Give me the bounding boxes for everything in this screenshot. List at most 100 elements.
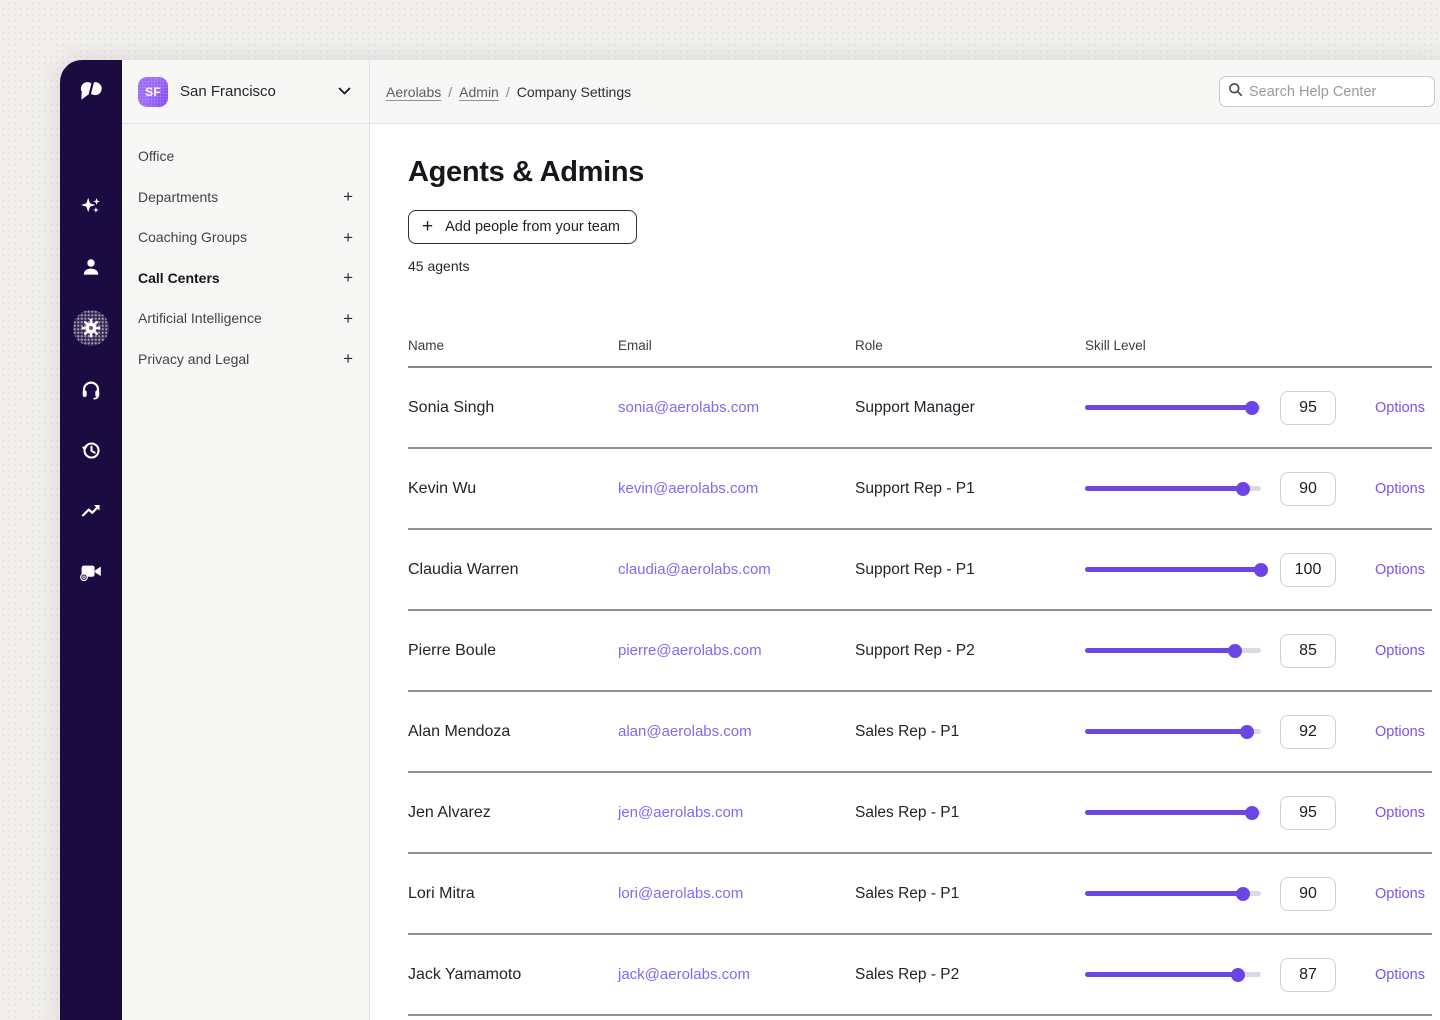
history-clock-icon[interactable] bbox=[73, 432, 109, 468]
skill-slider[interactable] bbox=[1085, 887, 1261, 901]
skill-slider[interactable] bbox=[1085, 401, 1261, 415]
agent-email-cell: alan@aerolabs.com bbox=[618, 723, 855, 741]
agent-name: Alan Mendoza bbox=[408, 723, 618, 741]
sidebar-item-privacy-and-legal[interactable]: Privacy and Legal+ bbox=[122, 339, 369, 380]
agent-email-link[interactable]: jack@aerolabs.com bbox=[618, 966, 750, 983]
skill-slider-thumb[interactable] bbox=[1254, 563, 1268, 577]
skill-slider-thumb[interactable] bbox=[1228, 644, 1242, 658]
plus-icon[interactable]: + bbox=[343, 269, 353, 286]
agent-email-link[interactable]: sonia@aerolabs.com bbox=[618, 399, 759, 416]
table-header-row: Name Email Role Skill Level bbox=[408, 324, 1432, 368]
agent-email-cell: jack@aerolabs.com bbox=[618, 966, 855, 984]
column-header-email: Email bbox=[618, 338, 855, 353]
breadcrumb-link-admin[interactable]: Admin bbox=[459, 84, 499, 100]
options-link[interactable]: Options bbox=[1375, 643, 1425, 659]
settings-gear-icon[interactable] bbox=[73, 310, 109, 346]
sidebar-item-label: Privacy and Legal bbox=[138, 351, 343, 367]
agent-email-cell: kevin@aerolabs.com bbox=[618, 480, 855, 498]
skill-slider-thumb[interactable] bbox=[1231, 968, 1245, 982]
video-settings-icon[interactable] bbox=[73, 554, 109, 590]
sidebar-item-office[interactable]: Office bbox=[122, 136, 369, 177]
options-link[interactable]: Options bbox=[1375, 562, 1425, 578]
agent-skill-cell: Options bbox=[1085, 634, 1432, 668]
agent-role: Support Manager bbox=[855, 399, 1085, 417]
ai-sparkles-icon[interactable] bbox=[73, 188, 109, 224]
dialpad-logo[interactable] bbox=[78, 79, 105, 104]
skill-slider-thumb[interactable] bbox=[1236, 887, 1250, 901]
agent-skill-cell: Options bbox=[1085, 553, 1432, 587]
agent-email-link[interactable]: alan@aerolabs.com bbox=[618, 723, 752, 740]
sidebar-item-artificial-intelligence[interactable]: Artificial Intelligence+ bbox=[122, 298, 369, 339]
skill-value-input[interactable] bbox=[1280, 877, 1336, 911]
table-row: Kevin Wukevin@aerolabs.comSupport Rep - … bbox=[408, 449, 1432, 530]
agent-email-link[interactable]: claudia@aerolabs.com bbox=[618, 561, 771, 578]
plus-icon[interactable]: + bbox=[343, 229, 353, 246]
agent-name: Jen Alvarez bbox=[408, 804, 618, 822]
skill-slider-thumb[interactable] bbox=[1245, 806, 1259, 820]
plus-icon[interactable]: + bbox=[343, 310, 353, 327]
options-link[interactable]: Options bbox=[1375, 481, 1425, 497]
plus-icon[interactable]: + bbox=[343, 350, 353, 367]
page-title: Agents & Admins bbox=[408, 154, 1432, 190]
workspace-switcher[interactable]: SF San Francisco bbox=[122, 60, 369, 124]
agent-email-link[interactable]: pierre@aerolabs.com bbox=[618, 642, 762, 659]
agent-name: Lori Mitra bbox=[408, 885, 618, 903]
skill-slider-thumb[interactable] bbox=[1240, 725, 1254, 739]
skill-slider[interactable] bbox=[1085, 563, 1261, 577]
analytics-trending-icon[interactable] bbox=[73, 493, 109, 529]
agent-skill-cell: Options bbox=[1085, 958, 1432, 992]
skill-value-input[interactable] bbox=[1280, 553, 1336, 587]
options-link[interactable]: Options bbox=[1375, 724, 1425, 740]
contacts-person-icon[interactable] bbox=[73, 249, 109, 285]
skill-slider[interactable] bbox=[1085, 806, 1261, 820]
sidebar-item-label: Artificial Intelligence bbox=[138, 310, 343, 326]
agent-role: Support Rep - P1 bbox=[855, 561, 1085, 579]
add-people-button[interactable]: + Add people from your team bbox=[408, 210, 637, 244]
help-search-box[interactable] bbox=[1219, 76, 1435, 107]
sidebar-item-call-centers[interactable]: Call Centers+ bbox=[122, 258, 369, 299]
skill-value-input[interactable] bbox=[1280, 796, 1336, 830]
breadcrumb-separator: / bbox=[448, 84, 452, 100]
agent-name: Pierre Boule bbox=[408, 642, 618, 660]
sidebar-item-coaching-groups[interactable]: Coaching Groups+ bbox=[122, 217, 369, 258]
agent-skill-cell: Options bbox=[1085, 877, 1432, 911]
agent-email-link[interactable]: lori@aerolabs.com bbox=[618, 885, 743, 902]
support-headset-icon[interactable] bbox=[73, 371, 109, 407]
skill-value-input[interactable] bbox=[1280, 715, 1336, 749]
skill-slider-thumb[interactable] bbox=[1245, 401, 1259, 415]
options-link[interactable]: Options bbox=[1375, 805, 1425, 821]
skill-value-input[interactable] bbox=[1280, 634, 1336, 668]
skill-value-input[interactable] bbox=[1280, 958, 1336, 992]
table-row: Sonia Singhsonia@aerolabs.comSupport Man… bbox=[408, 368, 1432, 449]
breadcrumb-current: Company Settings bbox=[517, 84, 631, 100]
skill-slider[interactable] bbox=[1085, 725, 1261, 739]
options-link[interactable]: Options bbox=[1375, 886, 1425, 902]
options-link[interactable]: Options bbox=[1375, 967, 1425, 983]
agent-email-link[interactable]: jen@aerolabs.com bbox=[618, 804, 743, 821]
skill-slider-fill bbox=[1085, 486, 1243, 491]
workspace-avatar: SF bbox=[138, 77, 168, 107]
workspace-name: San Francisco bbox=[180, 83, 338, 100]
skill-slider[interactable] bbox=[1085, 644, 1261, 658]
skill-slider-fill bbox=[1085, 405, 1252, 410]
content-area: Agents & Admins + Add people from your t… bbox=[370, 124, 1440, 1020]
skill-slider-thumb[interactable] bbox=[1236, 482, 1250, 496]
skill-slider[interactable] bbox=[1085, 968, 1261, 982]
search-input[interactable] bbox=[1249, 84, 1426, 100]
breadcrumb-link-aerolabs[interactable]: Aerolabs bbox=[386, 84, 441, 100]
sidebar-nav: OfficeDepartments+Coaching Groups+Call C… bbox=[122, 124, 369, 379]
skill-value-input[interactable] bbox=[1280, 472, 1336, 506]
table-row: Jen Alvarezjen@aerolabs.comSales Rep - P… bbox=[408, 773, 1432, 854]
options-link[interactable]: Options bbox=[1375, 400, 1425, 416]
skill-slider-fill bbox=[1085, 648, 1235, 653]
table-row: Lori Mitralori@aerolabs.comSales Rep - P… bbox=[408, 854, 1432, 935]
skill-value-input[interactable] bbox=[1280, 391, 1336, 425]
agents-table: Name Email Role Skill Level Sonia Singhs… bbox=[408, 324, 1432, 1016]
agent-role: Sales Rep - P2 bbox=[855, 966, 1085, 984]
plus-icon[interactable]: + bbox=[343, 188, 353, 205]
agent-email-link[interactable]: kevin@aerolabs.com bbox=[618, 480, 758, 497]
breadcrumb-separator: / bbox=[506, 84, 510, 100]
sidebar-item-departments[interactable]: Departments+ bbox=[122, 177, 369, 218]
skill-slider[interactable] bbox=[1085, 482, 1261, 496]
column-header-name: Name bbox=[408, 338, 618, 353]
